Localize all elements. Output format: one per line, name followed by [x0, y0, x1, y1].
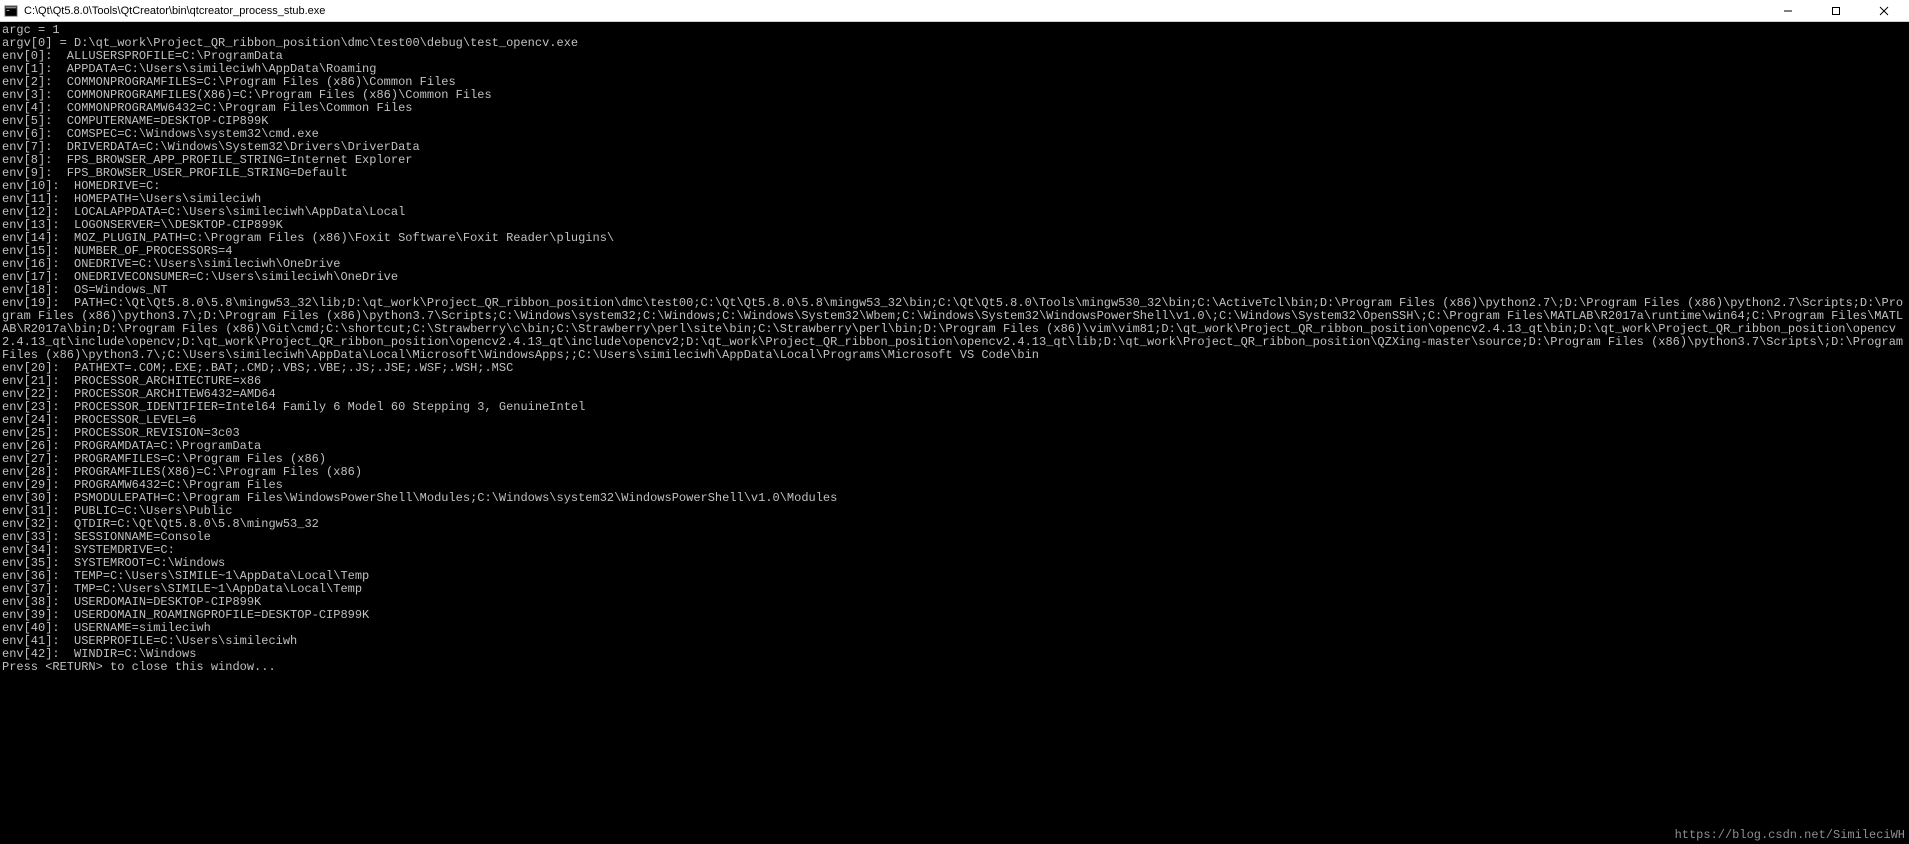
console-line: env[41]: USERPROFILE=C:\Users\simileciwh	[2, 635, 1907, 648]
console-line: env[25]: PROCESSOR_REVISION=3c03	[2, 427, 1907, 440]
console-line: env[34]: SYSTEMDRIVE=C:	[2, 544, 1907, 557]
minimize-button[interactable]	[1773, 2, 1803, 20]
console-line: env[19]: PATH=C:\Qt\Qt5.8.0\5.8\mingw53_…	[2, 297, 1907, 362]
close-button[interactable]	[1869, 2, 1899, 20]
console-line: env[39]: USERDOMAIN_ROAMINGPROFILE=DESKT…	[2, 609, 1907, 622]
console-line: argv[0] = D:\qt_work\Project_QR_ribbon_p…	[2, 37, 1907, 50]
console-line: Press <RETURN> to close this window...	[2, 661, 1907, 674]
console-line: env[37]: TMP=C:\Users\SIMILE~1\AppData\L…	[2, 583, 1907, 596]
console-output[interactable]: argc = 1argv[0] = D:\qt_work\Project_QR_…	[0, 22, 1909, 844]
console-line: env[12]: LOCALAPPDATA=C:\Users\simileciw…	[2, 206, 1907, 219]
window-controls	[1773, 2, 1905, 20]
console-line: env[17]: ONEDRIVECONSUMER=C:\Users\simil…	[2, 271, 1907, 284]
titlebar[interactable]: C:\Qt\Qt5.8.0\Tools\QtCreator\bin\qtcrea…	[0, 0, 1909, 22]
watermark-text: https://blog.csdn.net/SimileciWH	[1675, 828, 1905, 842]
console-line: env[4]: COMMONPROGRAMW6432=C:\Program Fi…	[2, 102, 1907, 115]
console-window: C:\Qt\Qt5.8.0\Tools\QtCreator\bin\qtcrea…	[0, 0, 1909, 844]
console-line: env[9]: FPS_BROWSER_USER_PROFILE_STRING=…	[2, 167, 1907, 180]
window-title: C:\Qt\Qt5.8.0\Tools\QtCreator\bin\qtcrea…	[24, 5, 1773, 17]
console-line: env[33]: SESSIONNAME=Console	[2, 531, 1907, 544]
console-line: env[42]: WINDIR=C:\Windows	[2, 648, 1907, 661]
console-line: env[14]: MOZ_PLUGIN_PATH=C:\Program File…	[2, 232, 1907, 245]
console-line: env[20]: PATHEXT=.COM;.EXE;.BAT;.CMD;.VB…	[2, 362, 1907, 375]
app-icon	[4, 4, 18, 18]
console-line: env[30]: PSMODULEPATH=C:\Program Files\W…	[2, 492, 1907, 505]
console-line: env[21]: PROCESSOR_ARCHITECTURE=x86	[2, 375, 1907, 388]
maximize-button[interactable]	[1821, 2, 1851, 20]
console-line: env[32]: QTDIR=C:\Qt\Qt5.8.0\5.8\mingw53…	[2, 518, 1907, 531]
console-line: env[23]: PROCESSOR_IDENTIFIER=Intel64 Fa…	[2, 401, 1907, 414]
console-line: env[28]: PROGRAMFILES(X86)=C:\Program Fi…	[2, 466, 1907, 479]
console-line: env[24]: PROCESSOR_LEVEL=6	[2, 414, 1907, 427]
console-line: env[10]: HOMEDRIVE=C:	[2, 180, 1907, 193]
